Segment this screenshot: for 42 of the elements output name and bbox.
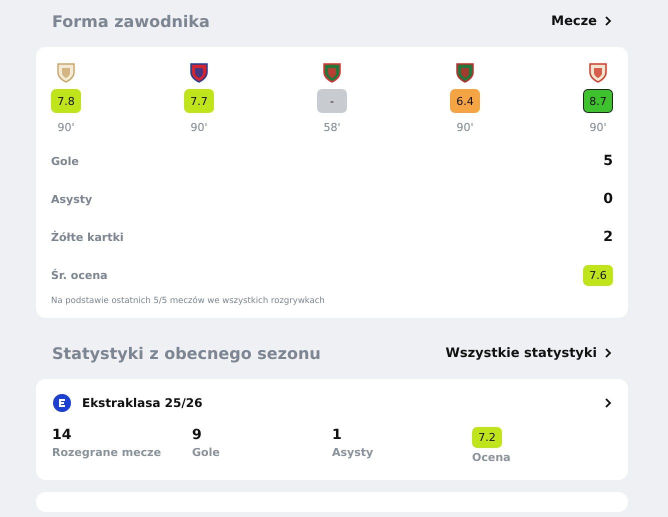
minutes-played: 90' [190, 121, 208, 134]
competition-card[interactable]: Ekstraklasa 25/26 14 Rozegrane mecze 9 Gole 1 Asysty 7.2 Ocena [36, 379, 628, 480]
club-crest-icon [454, 61, 476, 83]
stat-value: 0 [603, 191, 613, 207]
stat-label: Rozegrane mecze [52, 446, 162, 459]
section-title: Forma zawodnika [52, 12, 210, 30]
rating-badge: 7.2 [472, 427, 502, 448]
matches-link[interactable]: Mecze [551, 14, 612, 28]
chevron-right-icon [604, 348, 612, 358]
club-crest-icon [587, 61, 609, 83]
competition-name: Ekstraklasa 25/26 [82, 396, 204, 410]
footnote: Na podstawie ostatnich 5/5 meczów we wszystkich rozgrywkach [51, 296, 326, 306]
league-logo-icon [52, 393, 72, 413]
rating-badge: 6.4 [450, 89, 480, 113]
rating-badge: 7.8 [51, 89, 81, 113]
stat-label: Ocena [472, 451, 511, 464]
club-crest-icon [55, 61, 77, 83]
rating-badge: - [317, 89, 347, 113]
club-crest-icon [321, 61, 343, 83]
stat-label: Gole [51, 154, 79, 168]
stat-value: 2 [603, 229, 613, 245]
stat-label: Żółte kartki [51, 230, 124, 244]
all-stats-link[interactable]: Wszystkie statystyki [446, 346, 612, 360]
stat-value: 9 [192, 427, 202, 443]
stat-label: Gole [192, 446, 220, 459]
stat-label: Śr. ocena [51, 268, 108, 282]
rating-badge: 7.7 [184, 89, 214, 113]
rating-badge: 8.7 [583, 89, 613, 113]
stat-value: 5 [603, 153, 613, 169]
rating-badge: 7.6 [583, 264, 613, 286]
minutes-played: 90' [589, 121, 607, 134]
minutes-played: 90' [456, 121, 474, 134]
stat-label: Asysty [51, 192, 92, 206]
minutes-played: 90' [57, 121, 75, 134]
stat-value: 1 [332, 427, 342, 443]
stat-value: 14 [52, 427, 72, 443]
chevron-right-icon [604, 16, 612, 26]
club-crest-icon [188, 61, 210, 83]
stat-label: Asysty [332, 446, 374, 459]
section-title: Statystyki z obecnego sezonu [52, 344, 321, 362]
minutes-played: 58' [323, 121, 341, 134]
chevron-right-icon[interactable] [604, 398, 612, 408]
